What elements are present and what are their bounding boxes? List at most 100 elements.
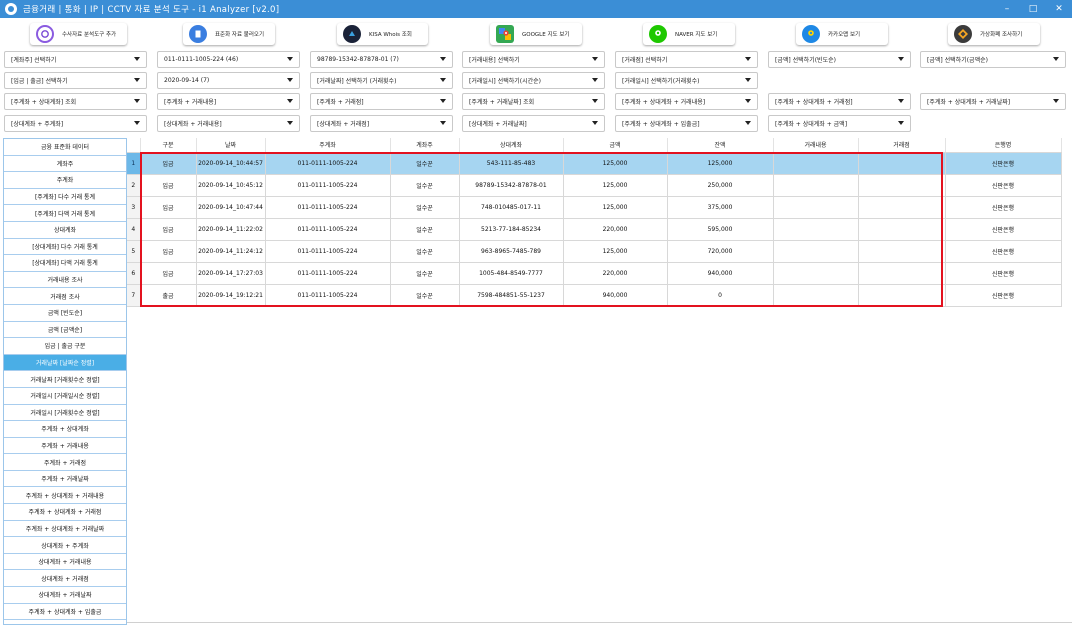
main-counter-content-select[interactable]: [주계좌 + 상대계좌 + 거래내용] — [615, 93, 758, 110]
table-cell[interactable]: 입금 — [140, 174, 197, 197]
table-cell[interactable]: 일수꾼 — [390, 152, 460, 175]
table-cell[interactable]: 125,000 — [563, 240, 668, 263]
table-cell[interactable]: 2020-09-14_19:12:21 — [196, 284, 266, 307]
table-cell[interactable]: 125,000 — [563, 152, 668, 175]
table-cell[interactable]: 011-0111-1005-224 — [265, 218, 391, 241]
table-cell[interactable]: 2020-09-14_11:24:12 — [196, 240, 266, 263]
datetime-count-select[interactable]: [거래일시] 선택하기(거래횟수) — [615, 72, 758, 89]
main-content-select[interactable]: [주계좌 + 거래내용] — [157, 93, 300, 110]
row-number[interactable]: 2 — [127, 174, 141, 197]
table-cell[interactable]: 2020-09-14_17:27:03 — [196, 262, 266, 285]
counter-main-select[interactable]: [상대계좌 + 주계좌] — [4, 115, 147, 132]
deposit-withdraw-select[interactable]: [입금 | 출금] 선택하기 — [4, 72, 147, 89]
table-cell[interactable]: 2020-09-14_11:22:02 — [196, 218, 266, 241]
column-header[interactable]: 계좌주 — [390, 138, 460, 153]
sidebar-item[interactable]: 금액 [빈도순] — [4, 304, 126, 322]
table-cell[interactable]: 입금 — [140, 262, 197, 285]
table-cell[interactable]: 일수꾼 — [390, 196, 460, 219]
branch-select[interactable]: [거래점] 선택하기 — [615, 51, 758, 68]
table-cell[interactable]: 신판은행 — [945, 284, 1062, 307]
table-cell[interactable]: 신판은행 — [945, 174, 1062, 197]
sidebar-item[interactable]: 주계좌 + 거래내용 — [4, 437, 126, 455]
sidebar-item[interactable]: 거래점 조사 — [4, 288, 126, 305]
row-number[interactable]: 5 — [127, 240, 141, 263]
table-cell[interactable] — [858, 196, 946, 219]
table-cell[interactable]: 일수꾼 — [390, 240, 460, 263]
counter-branch-select[interactable]: [상대계좌 + 거래점] — [310, 115, 453, 132]
row-number[interactable]: 4 — [127, 218, 141, 241]
column-header[interactable]: 주계좌 — [265, 138, 391, 153]
column-header[interactable] — [127, 138, 141, 153]
amount-frequency-select[interactable]: [금액] 선택하기(빈도순) — [768, 51, 911, 68]
add-analyzer-button[interactable]: 수사자료 분석도구 추가 — [30, 23, 127, 45]
sidebar-item[interactable]: 금액 [금액순] — [4, 321, 126, 339]
column-header[interactable]: 상대계좌 — [459, 138, 564, 153]
table-cell[interactable]: 220,000 — [563, 218, 668, 241]
main-counter-inout-select[interactable]: [주계좌 + 상대계좌 + 입출금] — [615, 115, 758, 132]
table-cell[interactable]: 011-0111-1005-224 — [265, 152, 391, 175]
column-header[interactable]: 구분 — [140, 138, 197, 153]
table-cell[interactable]: 0 — [667, 284, 774, 307]
table-cell[interactable]: 125,000 — [563, 174, 668, 197]
counter-content-select[interactable]: [상대계좌 + 거래내용] — [157, 115, 300, 132]
sidebar-item[interactable]: [주계좌] 다액 거래 통계 — [4, 205, 126, 222]
datetime-time-select[interactable]: [거래일시] 선택하기(시간순) — [462, 72, 605, 89]
table-cell[interactable]: 일수꾼 — [390, 218, 460, 241]
table-cell[interactable]: 출금 — [140, 284, 197, 307]
table-cell[interactable]: 940,000 — [563, 284, 668, 307]
table-cell[interactable]: 1005-484-8549-7777 — [459, 262, 564, 285]
sidebar-item[interactable]: 금융 표준화 데이터 — [4, 139, 126, 156]
column-header[interactable]: 은행명 — [945, 138, 1062, 153]
table-cell[interactable] — [773, 262, 859, 285]
sidebar-item[interactable]: 주계좌 + 상대계좌 + 거래점 — [4, 504, 126, 521]
main-date-query-select[interactable]: [주계좌 + 거래날짜] 조회 — [462, 93, 605, 110]
google-map-button[interactable]: GOOGLE 지도 보기 — [490, 23, 582, 45]
row-number[interactable]: 3 — [127, 196, 141, 219]
table-row[interactable]: 4 입금 2020-09-14_11:22:02 011-0111-1005-224 일… — [127, 218, 1062, 241]
sidebar-item[interactable]: 주계좌 + 거래날짜 — [4, 470, 126, 488]
table-row[interactable]: 5 입금 2020-09-14_11:24:12 011-0111-1005-224 일… — [127, 240, 1062, 263]
table-cell[interactable]: 입금 — [140, 218, 197, 241]
main-counter-amount-select[interactable]: [주계좌 + 상대계좌 + 금액] — [768, 115, 911, 132]
table-cell[interactable]: 신판은행 — [945, 152, 1062, 175]
amount-sort-select[interactable]: [금액] 선택하기(금액순) — [920, 51, 1066, 68]
table-cell[interactable]: 720,000 — [667, 240, 774, 263]
table-cell[interactable] — [773, 284, 859, 307]
table-cell[interactable]: 신판은행 — [945, 196, 1062, 219]
row-number[interactable]: 1 — [127, 152, 141, 175]
kisa-whois-button[interactable]: KISA Whois 조회 — [337, 23, 428, 45]
table-cell[interactable]: 2020-09-14_10:44:57 — [196, 152, 266, 175]
account-holder-select[interactable]: [계좌주] 선택하기 — [4, 51, 147, 68]
naver-map-button[interactable]: NAVER 지도 보기 — [643, 23, 735, 45]
sidebar-item[interactable]: 상대계좌 + 주계좌 — [4, 537, 126, 554]
column-header[interactable]: 잔액 — [667, 138, 774, 153]
column-header[interactable]: 거래내용 — [773, 138, 859, 153]
sidebar-item[interactable]: 주계좌 + 상대계좌 — [4, 421, 126, 438]
counter-date-select[interactable]: [상대계좌 + 거래날짜] — [462, 115, 605, 132]
table-cell[interactable]: 125,000 — [667, 152, 774, 175]
table-cell[interactable]: 2020-09-14_10:45:12 — [196, 174, 266, 197]
crypto-investigate-button[interactable]: 가상화폐 조사하기 — [948, 23, 1040, 45]
table-cell[interactable] — [858, 174, 946, 197]
main-account-select[interactable]: 011-0111-1005-224 (46) — [157, 51, 300, 68]
date-select[interactable]: 2020-09-14 (7) — [157, 72, 300, 89]
date-count-select[interactable]: [거래날짜] 선택하기 (거래횟수) — [310, 72, 453, 89]
main-counter-branch-select[interactable]: [주계좌 + 상대계좌 + 거래점] — [768, 93, 911, 110]
table-cell[interactable]: 입금 — [140, 196, 197, 219]
table-cell[interactable]: 375,000 — [667, 196, 774, 219]
main-counter-query-select[interactable]: [주계좌 + 상대계좌] 조회 — [4, 93, 147, 110]
table-cell[interactable] — [858, 240, 946, 263]
minimize-button[interactable]: – — [994, 0, 1020, 18]
table-cell[interactable]: 신판은행 — [945, 262, 1062, 285]
table-cell[interactable]: 011-0111-1005-224 — [265, 174, 391, 197]
sidebar-item[interactable]: 거래일시 [거래횟수순 정렬] — [4, 404, 126, 422]
column-header[interactable]: 날짜 — [196, 138, 266, 153]
sidebar-item[interactable]: 주계좌 + 상대계좌 + 거래내용 — [4, 487, 126, 505]
table-cell[interactable]: 신판은행 — [945, 240, 1062, 263]
table-cell[interactable] — [773, 218, 859, 241]
table-cell[interactable]: 595,000 — [667, 218, 774, 241]
maximize-button[interactable]: □ — [1020, 0, 1046, 18]
table-cell[interactable] — [858, 218, 946, 241]
table-cell[interactable]: 98789-15342-87878-01 — [459, 174, 564, 197]
row-number[interactable]: 7 — [127, 284, 141, 307]
